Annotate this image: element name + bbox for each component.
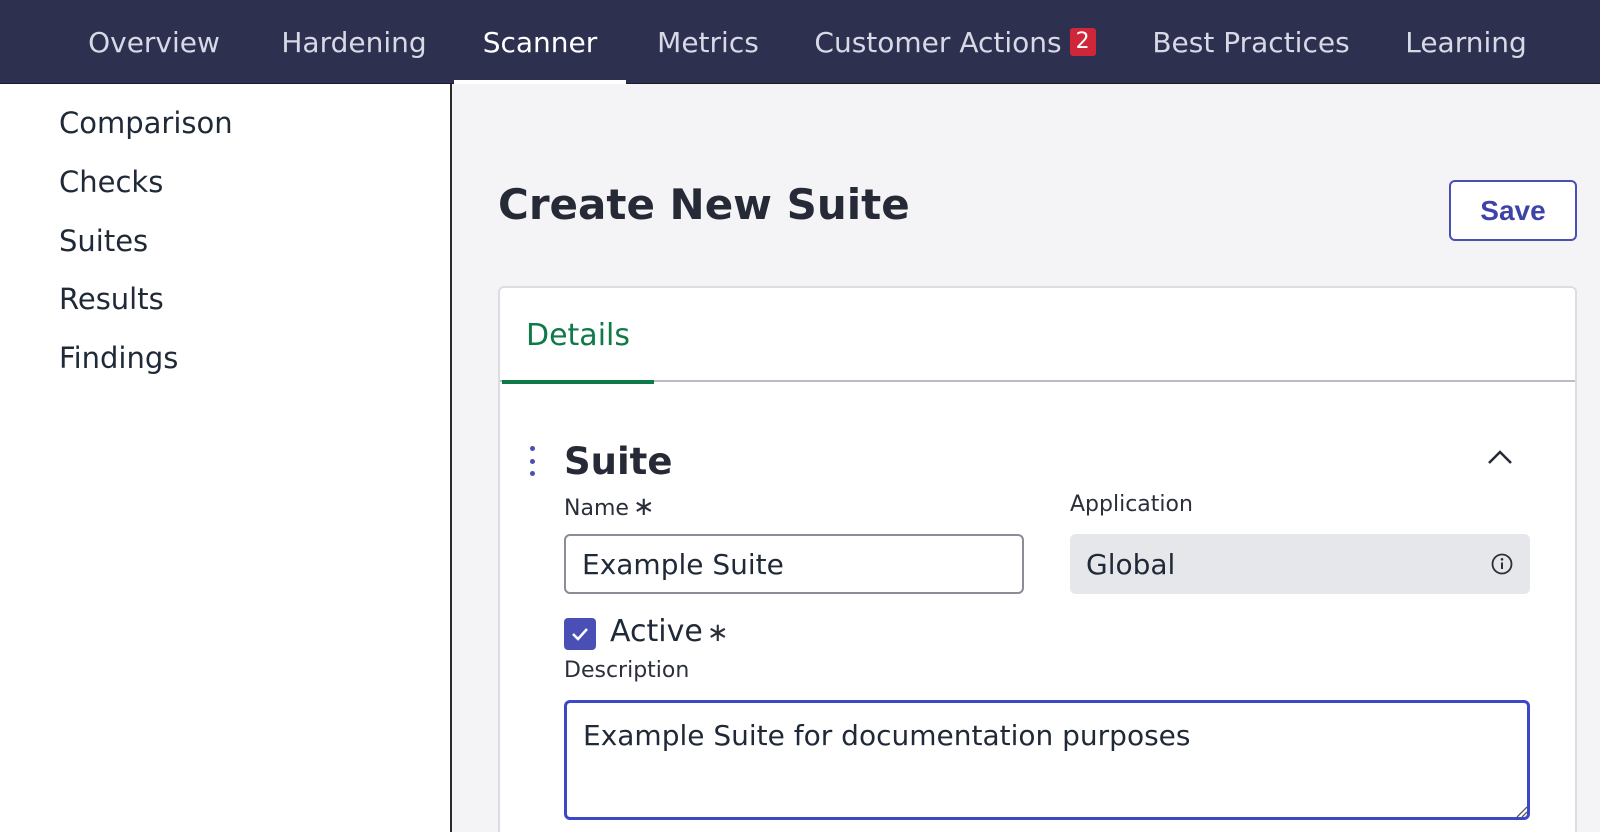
required-mark: ∗	[632, 492, 655, 522]
resize-handle-icon[interactable]	[1514, 804, 1528, 818]
page-title: Create New Suite	[498, 180, 910, 229]
sidebar-item-comparison[interactable]: Comparison	[59, 106, 233, 140]
notification-badge: 2	[1069, 28, 1096, 56]
tab-metrics[interactable]: Metrics	[640, 0, 776, 84]
description-label: Description	[564, 658, 690, 683]
tab-label: Metrics	[657, 25, 759, 59]
tab-label: Learning	[1405, 25, 1527, 59]
name-label-text: Name	[564, 496, 629, 521]
section-title: Suite	[564, 440, 673, 483]
active-label[interactable]: Active ∗	[610, 614, 729, 649]
name-field[interactable]	[564, 534, 1024, 594]
card-tab-bar: Details	[500, 288, 1575, 384]
tab-label: Scanner	[482, 25, 598, 59]
tab-learning[interactable]: Learning	[1396, 0, 1536, 84]
tab-details-label: Details	[525, 318, 630, 353]
tab-label: Hardening	[281, 25, 427, 59]
tab-overview[interactable]: Overview	[76, 0, 232, 84]
save-button[interactable]: Save	[1449, 180, 1577, 241]
check-icon	[572, 628, 588, 641]
application-label: Application	[1070, 492, 1193, 517]
sidebar-item-suites[interactable]: Suites	[59, 224, 148, 258]
name-label: Name ∗	[564, 492, 655, 522]
tab-customer-actions[interactable]: Customer Actions 2	[806, 0, 1104, 84]
required-mark: ∗	[706, 618, 729, 648]
sidebar: Comparison Checks Suites Results Finding…	[0, 84, 452, 832]
application-value: Global	[1086, 547, 1176, 581]
drag-handle-icon[interactable]	[528, 446, 536, 476]
top-nav: Overview Hardening Scanner Metrics Custo…	[0, 0, 1600, 84]
sidebar-item-results[interactable]: Results	[59, 282, 164, 316]
form-card: Details Suite Name∗ Application Global A…	[498, 286, 1577, 832]
chevron-up-icon[interactable]	[1483, 440, 1517, 474]
description-field[interactable]: Example Suite for documentation purposes	[564, 700, 1530, 820]
tab-scanner[interactable]: Scanner	[454, 0, 626, 84]
tab-label: Overview	[88, 25, 220, 59]
tab-best-practices[interactable]: Best Practices	[1146, 0, 1356, 84]
active-checkbox[interactable]	[564, 618, 596, 650]
tab-hardening[interactable]: Hardening	[264, 0, 444, 84]
sidebar-item-findings[interactable]: Findings	[59, 341, 178, 375]
application-field: Global	[1070, 534, 1530, 594]
tab-label: Best Practices	[1152, 25, 1350, 59]
info-icon[interactable]	[1490, 552, 1514, 576]
sidebar-item-checks[interactable]: Checks	[59, 165, 163, 199]
active-label-text: Active	[610, 614, 703, 649]
tab-details[interactable]: Details	[502, 318, 654, 384]
tab-label: Customer Actions	[814, 25, 1062, 59]
